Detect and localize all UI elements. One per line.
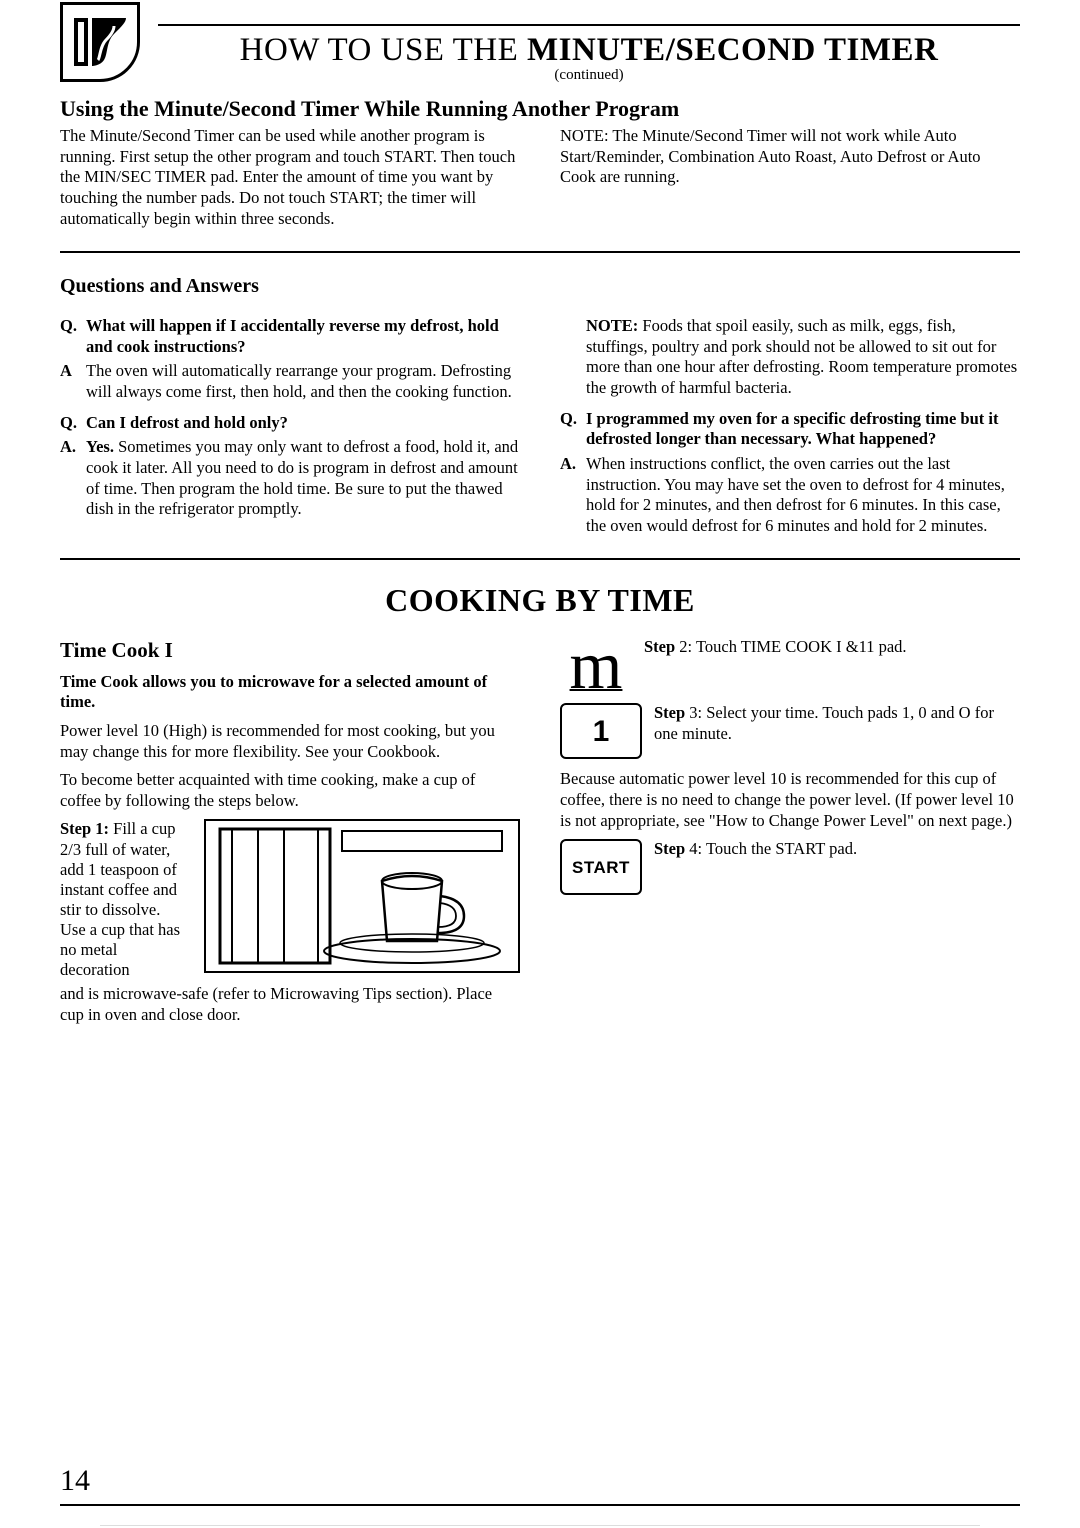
intro-right: NOTE: The Minute/Second Timer will not w… [560, 126, 1020, 229]
title-bold: MINUTE/SECOND TIMER [527, 32, 938, 68]
qa-q1: Q.What will happen if I accidentally rev… [60, 316, 520, 357]
step2-row: m Step 2: Touch TIME COOK I &11 pad. [560, 637, 1020, 693]
footer-light-rule [100, 1525, 980, 1526]
title-pre: HOW TO USE THE [240, 32, 527, 68]
cooking-columns: Time Cook I Time Cook allows you to micr… [60, 637, 1020, 1025]
section-title-cooking: COOKING BY TIME [60, 582, 1020, 619]
intro-columns: The Minute/Second Timer can be used whil… [60, 126, 1020, 229]
qa-heading: Questions and Answers [60, 275, 1020, 298]
number-1-pad-icon: 1 [560, 703, 642, 759]
divider [60, 251, 1020, 253]
footer-rule [60, 1504, 1020, 1506]
time-cook-lead: Time Cook allows you to microwave for a … [60, 672, 520, 713]
step1-row: Step 1: Fill a cup 2/3 full of water, ad… [60, 819, 520, 980]
qa-columns: Q.What will happen if I accidentally rev… [60, 306, 1020, 536]
time-cook-heading: Time Cook I [60, 637, 520, 663]
between-steps-text: Because automatic power level 10 is reco… [560, 769, 1020, 831]
step4-row: START Step 4: Touch the START pad. [560, 839, 1020, 895]
page: HOW TO USE THE MINUTE/SECOND TIMER (cont… [0, 0, 1080, 1528]
microwave-cup-illustration-icon [204, 819, 520, 973]
qa-note: NOTE: Foods that spoil easily, such as m… [560, 316, 1020, 399]
step1-text: Step 1: Fill a cup 2/3 full of water, ad… [60, 819, 190, 980]
qa-a1: AThe oven will automatically rearrange y… [60, 361, 520, 402]
step3-row: 1 Step 3: Select your time. Touch pads 1… [560, 703, 1020, 759]
intro-left: The Minute/Second Timer can be used whil… [60, 126, 520, 229]
page-number: 14 [60, 1464, 90, 1498]
microwave-logo-icon [60, 2, 140, 82]
continued-label: (continued) [158, 67, 1020, 84]
time-cook-p1: Power level 10 (High) is recommended for… [60, 721, 520, 762]
start-pad-icon: START [560, 839, 642, 895]
header: HOW TO USE THE MINUTE/SECOND TIMER (cont… [60, 24, 1020, 84]
page-title: HOW TO USE THE MINUTE/SECOND TIMER [158, 32, 1020, 69]
time-cook-pad-icon: m [560, 637, 632, 693]
section-heading-using-timer: Using the Minute/Second Timer While Runn… [60, 96, 1020, 122]
divider [60, 558, 1020, 560]
qa-q3: Q.I programmed my oven for a specific de… [560, 409, 1020, 450]
qa-q2: Q.Can I defrost and hold only? [60, 413, 520, 434]
time-cook-p2: To become better acquainted with time co… [60, 770, 520, 811]
step1-caption: and is microwave-safe (refer to Microwav… [60, 984, 520, 1025]
qa-a3: A.When instructions conflict, the oven c… [560, 454, 1020, 537]
qa-a2: A.Yes. Sometimes you may only want to de… [60, 437, 520, 520]
